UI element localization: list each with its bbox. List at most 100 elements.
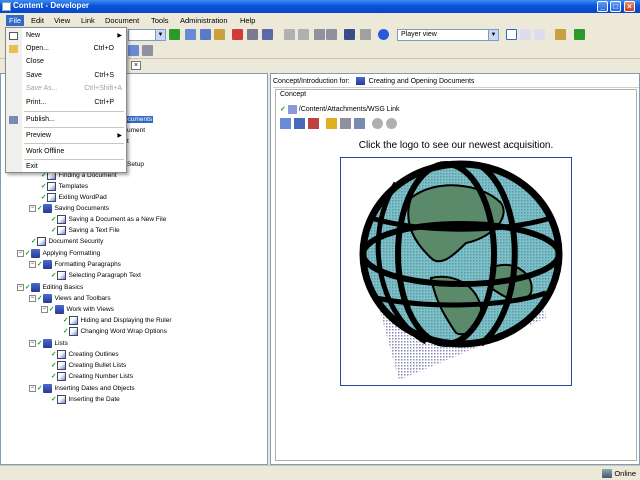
tree-item[interactable]: ✓ Inserting the Date: [51, 394, 120, 405]
chevron-down-icon: ▼: [155, 30, 165, 40]
folder-up-icon[interactable]: [555, 29, 566, 40]
page-icon: [57, 349, 67, 359]
check-icon: ✓: [37, 261, 43, 268]
concept-section-label: Concept: [280, 91, 307, 98]
maximize-button[interactable]: □: [610, 1, 621, 12]
menu-close[interactable]: Close: [6, 56, 126, 68]
attach-icon[interactable]: [294, 118, 305, 129]
section-icon: [43, 338, 53, 348]
menu-help[interactable]: Help: [237, 15, 258, 26]
page-icon: [57, 225, 67, 235]
check-icon: ✓: [51, 373, 57, 380]
globe-logo[interactable]: [340, 157, 572, 386]
menu-preview[interactable]: Preview ▶: [6, 130, 126, 142]
paste-icon[interactable]: [214, 29, 225, 40]
tree-item[interactable]: ✓ Exiting WordPad: [41, 192, 107, 203]
menu-exit[interactable]: Exit: [6, 161, 126, 173]
go-icon[interactable]: [169, 29, 180, 40]
close-icon[interactable]: ×: [131, 61, 141, 70]
collapse-toggle-icon[interactable]: −: [29, 260, 36, 268]
link-icon[interactable]: [280, 118, 291, 129]
menu-bar: File Edit View Link Document Tools Admin…: [0, 13, 640, 27]
redo-icon[interactable]: [298, 29, 309, 40]
tree-item[interactable]: ✓ Saving a Document as a New File: [51, 214, 166, 225]
submenu-arrow-icon: ▶: [117, 133, 122, 139]
tool-a-icon[interactable]: [128, 45, 139, 56]
tree-item[interactable]: ✓ Selecting Paragraph Text: [51, 270, 141, 281]
tree-item[interactable]: − ✓ Views and Toolbars: [29, 293, 111, 304]
undo-icon[interactable]: [284, 29, 295, 40]
tree-item[interactable]: ocuments: [123, 114, 154, 125]
menu-link[interactable]: Link: [78, 15, 98, 26]
forward-icon[interactable]: [386, 118, 397, 129]
tree-item[interactable]: ument: [127, 125, 145, 136]
toolbar-combo[interactable]: ▼: [128, 29, 166, 41]
tree-item[interactable]: t: [127, 136, 129, 147]
tree-item[interactable]: ✓ Document Security: [31, 236, 103, 247]
layout-columns-icon[interactable]: [534, 29, 545, 40]
tree-item[interactable]: − ✓ Applying Formatting: [17, 248, 100, 259]
menu-edit[interactable]: Edit: [28, 15, 47, 26]
tree-item[interactable]: − ✓ Lists: [29, 338, 68, 349]
preview-icon[interactable]: [354, 118, 365, 129]
tree-item[interactable]: Setup: [127, 159, 144, 170]
page-icon: [47, 181, 57, 191]
tree-item[interactable]: − ✓ Work with Views: [41, 304, 114, 315]
binoculars-icon[interactable]: [344, 29, 355, 40]
expand-icon[interactable]: [314, 29, 325, 40]
refresh-icon[interactable]: [574, 29, 585, 40]
remove-icon[interactable]: [308, 118, 319, 129]
collapse-icon[interactable]: [326, 29, 337, 40]
tree-item[interactable]: − ✓ Formatting Paragraphs: [29, 259, 121, 270]
menu-publish[interactable]: Publish...: [6, 114, 126, 126]
settings-icon[interactable]: [340, 118, 351, 129]
menu-view[interactable]: View: [51, 15, 73, 26]
menu-administration[interactable]: Administration: [177, 15, 231, 26]
properties-icon[interactable]: [247, 29, 258, 40]
tree-item[interactable]: − ✓ Editing Basics: [17, 282, 83, 293]
collapse-toggle-icon[interactable]: −: [17, 283, 24, 291]
menu-work-offline[interactable]: Work Offline: [6, 146, 126, 158]
menu-tools[interactable]: Tools: [148, 15, 172, 26]
collapse-toggle-icon[interactable]: −: [29, 339, 36, 347]
back-icon[interactable]: [372, 118, 383, 129]
menu-open[interactable]: Open... Ctrl+O: [6, 43, 126, 55]
tree-item[interactable]: ✓ Creating Number Lists: [51, 371, 133, 382]
tree-item[interactable]: − ✓ Inserting Dates and Objects: [29, 383, 135, 394]
menu-new[interactable]: New ▶: [6, 30, 126, 42]
collapse-toggle-icon[interactable]: −: [29, 204, 36, 212]
layout-single-icon[interactable]: [506, 29, 517, 40]
tree-item[interactable]: ✓ Saving a Text File: [51, 225, 120, 236]
app-icon: [2, 2, 11, 11]
delete-icon[interactable]: [232, 29, 243, 40]
tool-b-icon[interactable]: [142, 45, 153, 56]
check-icon: ✓: [51, 216, 57, 223]
menu-print[interactable]: Print... Ctrl+P: [6, 97, 126, 109]
view-select[interactable]: Player view ▼: [397, 29, 499, 41]
status-bar: Online: [0, 465, 640, 480]
find-icon[interactable]: [262, 29, 273, 40]
layout-split-icon[interactable]: [520, 29, 531, 40]
tree-item[interactable]: ✓ Changing Word Wrap Options: [63, 326, 167, 337]
menu-file[interactable]: File: [6, 15, 25, 26]
menu-separator: [24, 111, 124, 112]
collapse-toggle-icon[interactable]: −: [17, 249, 24, 257]
spelling-icon[interactable]: [360, 29, 371, 40]
tree-item[interactable]: ✓ Templates: [41, 181, 88, 192]
minimize-button[interactable]: _: [597, 1, 608, 12]
copy-icon[interactable]: [200, 29, 211, 40]
menu-save[interactable]: Save Ctrl+S: [6, 70, 126, 82]
help-icon[interactable]: [378, 29, 389, 40]
open-folder-icon[interactable]: [185, 29, 196, 40]
tree-item[interactable]: ✓ Creating Bullet Lists: [51, 360, 126, 371]
collapse-toggle-icon[interactable]: −: [41, 305, 48, 313]
close-button[interactable]: ×: [624, 1, 635, 12]
tree-item[interactable]: − ✓ Saving Documents: [29, 203, 109, 214]
menu-document[interactable]: Document: [102, 15, 142, 26]
tree-item[interactable]: ✓ Hiding and Displaying the Ruler: [63, 315, 172, 326]
collapse-toggle-icon[interactable]: −: [29, 384, 36, 392]
page-icon: [69, 315, 79, 325]
collapse-toggle-icon[interactable]: −: [29, 294, 36, 302]
tree-item[interactable]: ✓ Creating Outlines: [51, 349, 119, 360]
edit-icon[interactable]: [326, 118, 337, 129]
